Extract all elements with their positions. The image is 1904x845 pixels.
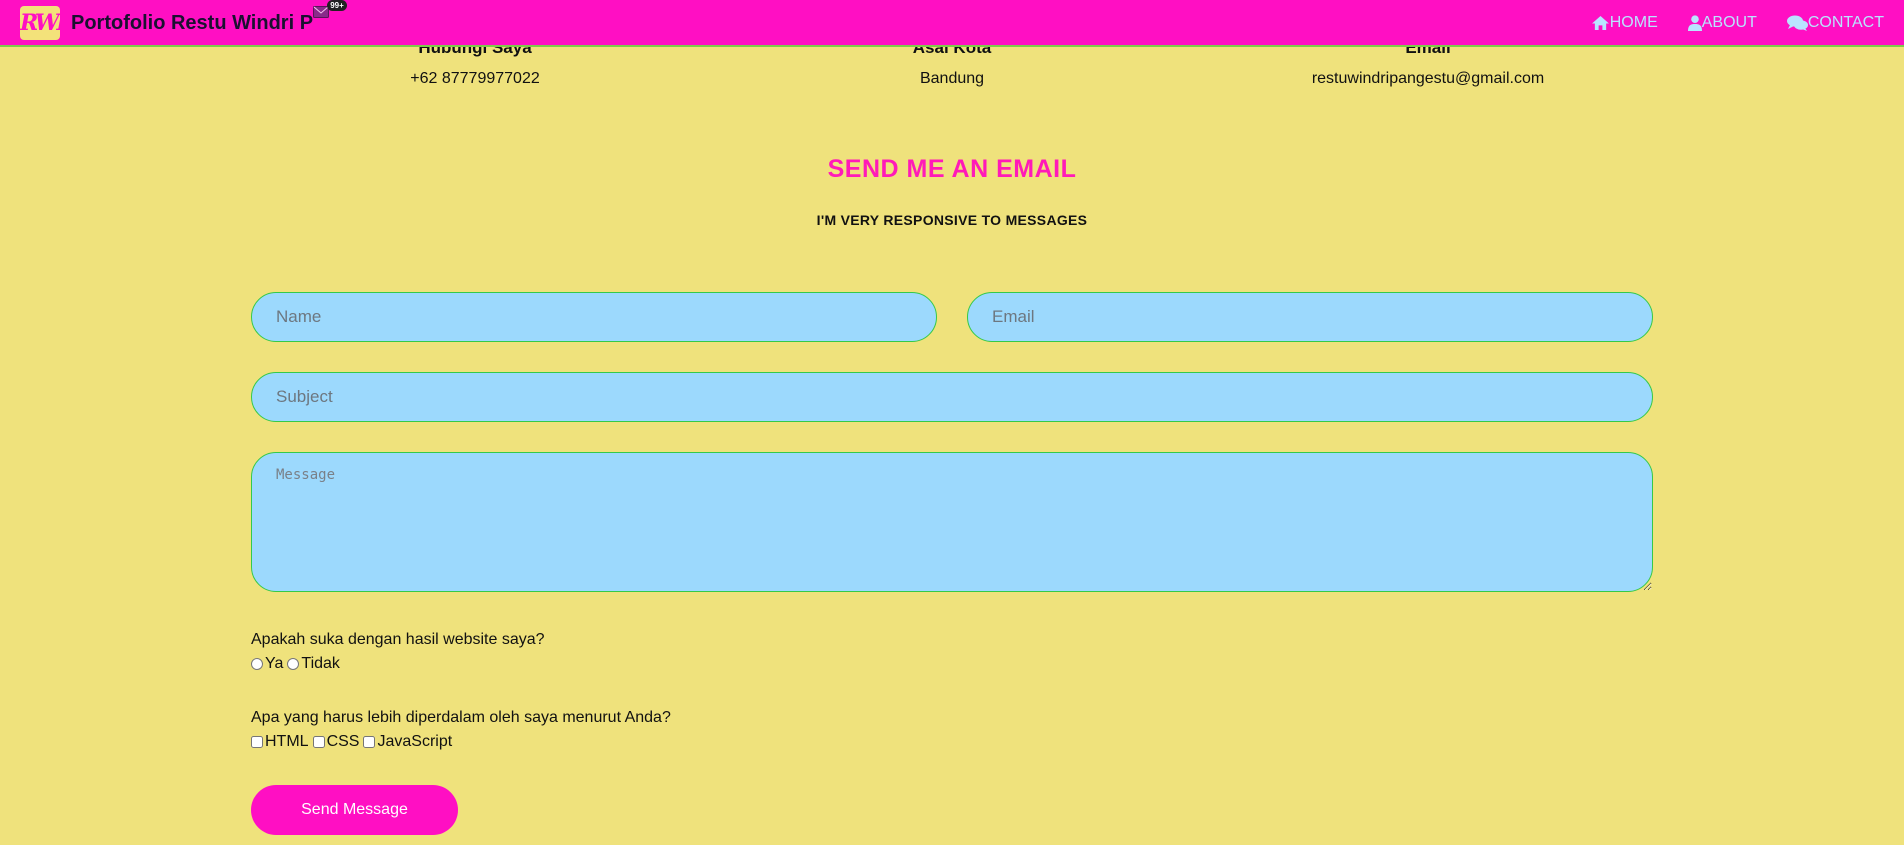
checkbox-html[interactable]	[251, 736, 263, 748]
question-like-website: Apakah suka dengan hasil website saya?	[251, 631, 545, 648]
checkbox-javascript-label: JavaScript	[377, 733, 453, 750]
navbar: RWP Portofolio Restu Windri P 99+ HOME A…	[0, 0, 1904, 47]
radio-ya-label: Ya	[265, 655, 284, 672]
radio-option-tidak[interactable]: Tidak	[287, 655, 342, 673]
checkbox-option-javascript[interactable]: JavaScript	[363, 733, 454, 751]
brand-title[interactable]: Portofolio Restu Windri P	[71, 12, 313, 35]
notification-badge: 99+	[327, 0, 347, 11]
email-value: restuwindripangestu@gmail.com	[1311, 70, 1545, 87]
email-input[interactable]	[967, 292, 1653, 342]
nav-home-label: HOME	[1609, 13, 1658, 31]
checkbox-html-label: HTML	[265, 733, 309, 750]
checkbox-javascript[interactable]	[363, 736, 376, 748]
nav-links: HOME ABOUT CONTACT	[1561, 0, 1884, 45]
checkbox-css-label: CSS	[326, 733, 360, 750]
message-textarea[interactable]	[251, 452, 1653, 592]
nav-contact-label: CONTACT	[1807, 13, 1884, 31]
checkbox-group-improve: HTML CSS JavaScript	[251, 733, 456, 751]
radio-ya[interactable]	[251, 658, 263, 670]
checkbox-option-html[interactable]: HTML	[251, 733, 311, 751]
home-icon	[1591, 15, 1609, 30]
radio-tidak-label: Tidak	[301, 655, 340, 672]
notification[interactable]: 99+	[311, 0, 347, 22]
radio-option-ya[interactable]: Ya	[251, 655, 285, 673]
city-value: Bandung	[919, 70, 985, 87]
checkbox-css[interactable]	[312, 736, 325, 748]
user-icon	[1687, 14, 1702, 31]
chat-icon	[1786, 15, 1808, 31]
question-improve: Apa yang harus lebih diperdalam oleh say…	[251, 709, 671, 726]
radio-group-like: Ya Tidak	[251, 655, 344, 673]
name-input[interactable]	[251, 292, 937, 342]
section-title: SEND ME AN EMAIL	[827, 155, 1077, 183]
section-subtitle: I'M VERY RESPONSIVE TO MESSAGES	[816, 212, 1088, 228]
send-message-button[interactable]: Send Message	[251, 785, 458, 835]
nav-about-label: ABOUT	[1701, 13, 1757, 31]
logo[interactable]: RWP	[20, 6, 60, 40]
subject-input[interactable]	[251, 372, 1653, 422]
radio-tidak[interactable]	[287, 658, 300, 670]
nav-contact-link[interactable]: CONTACT	[1786, 13, 1884, 32]
nav-home-link[interactable]: HOME	[1591, 14, 1658, 32]
checkbox-option-css[interactable]: CSS	[312, 733, 362, 751]
phone-value: +62 87779977022	[410, 70, 540, 87]
nav-about-link[interactable]: ABOUT	[1687, 13, 1757, 32]
